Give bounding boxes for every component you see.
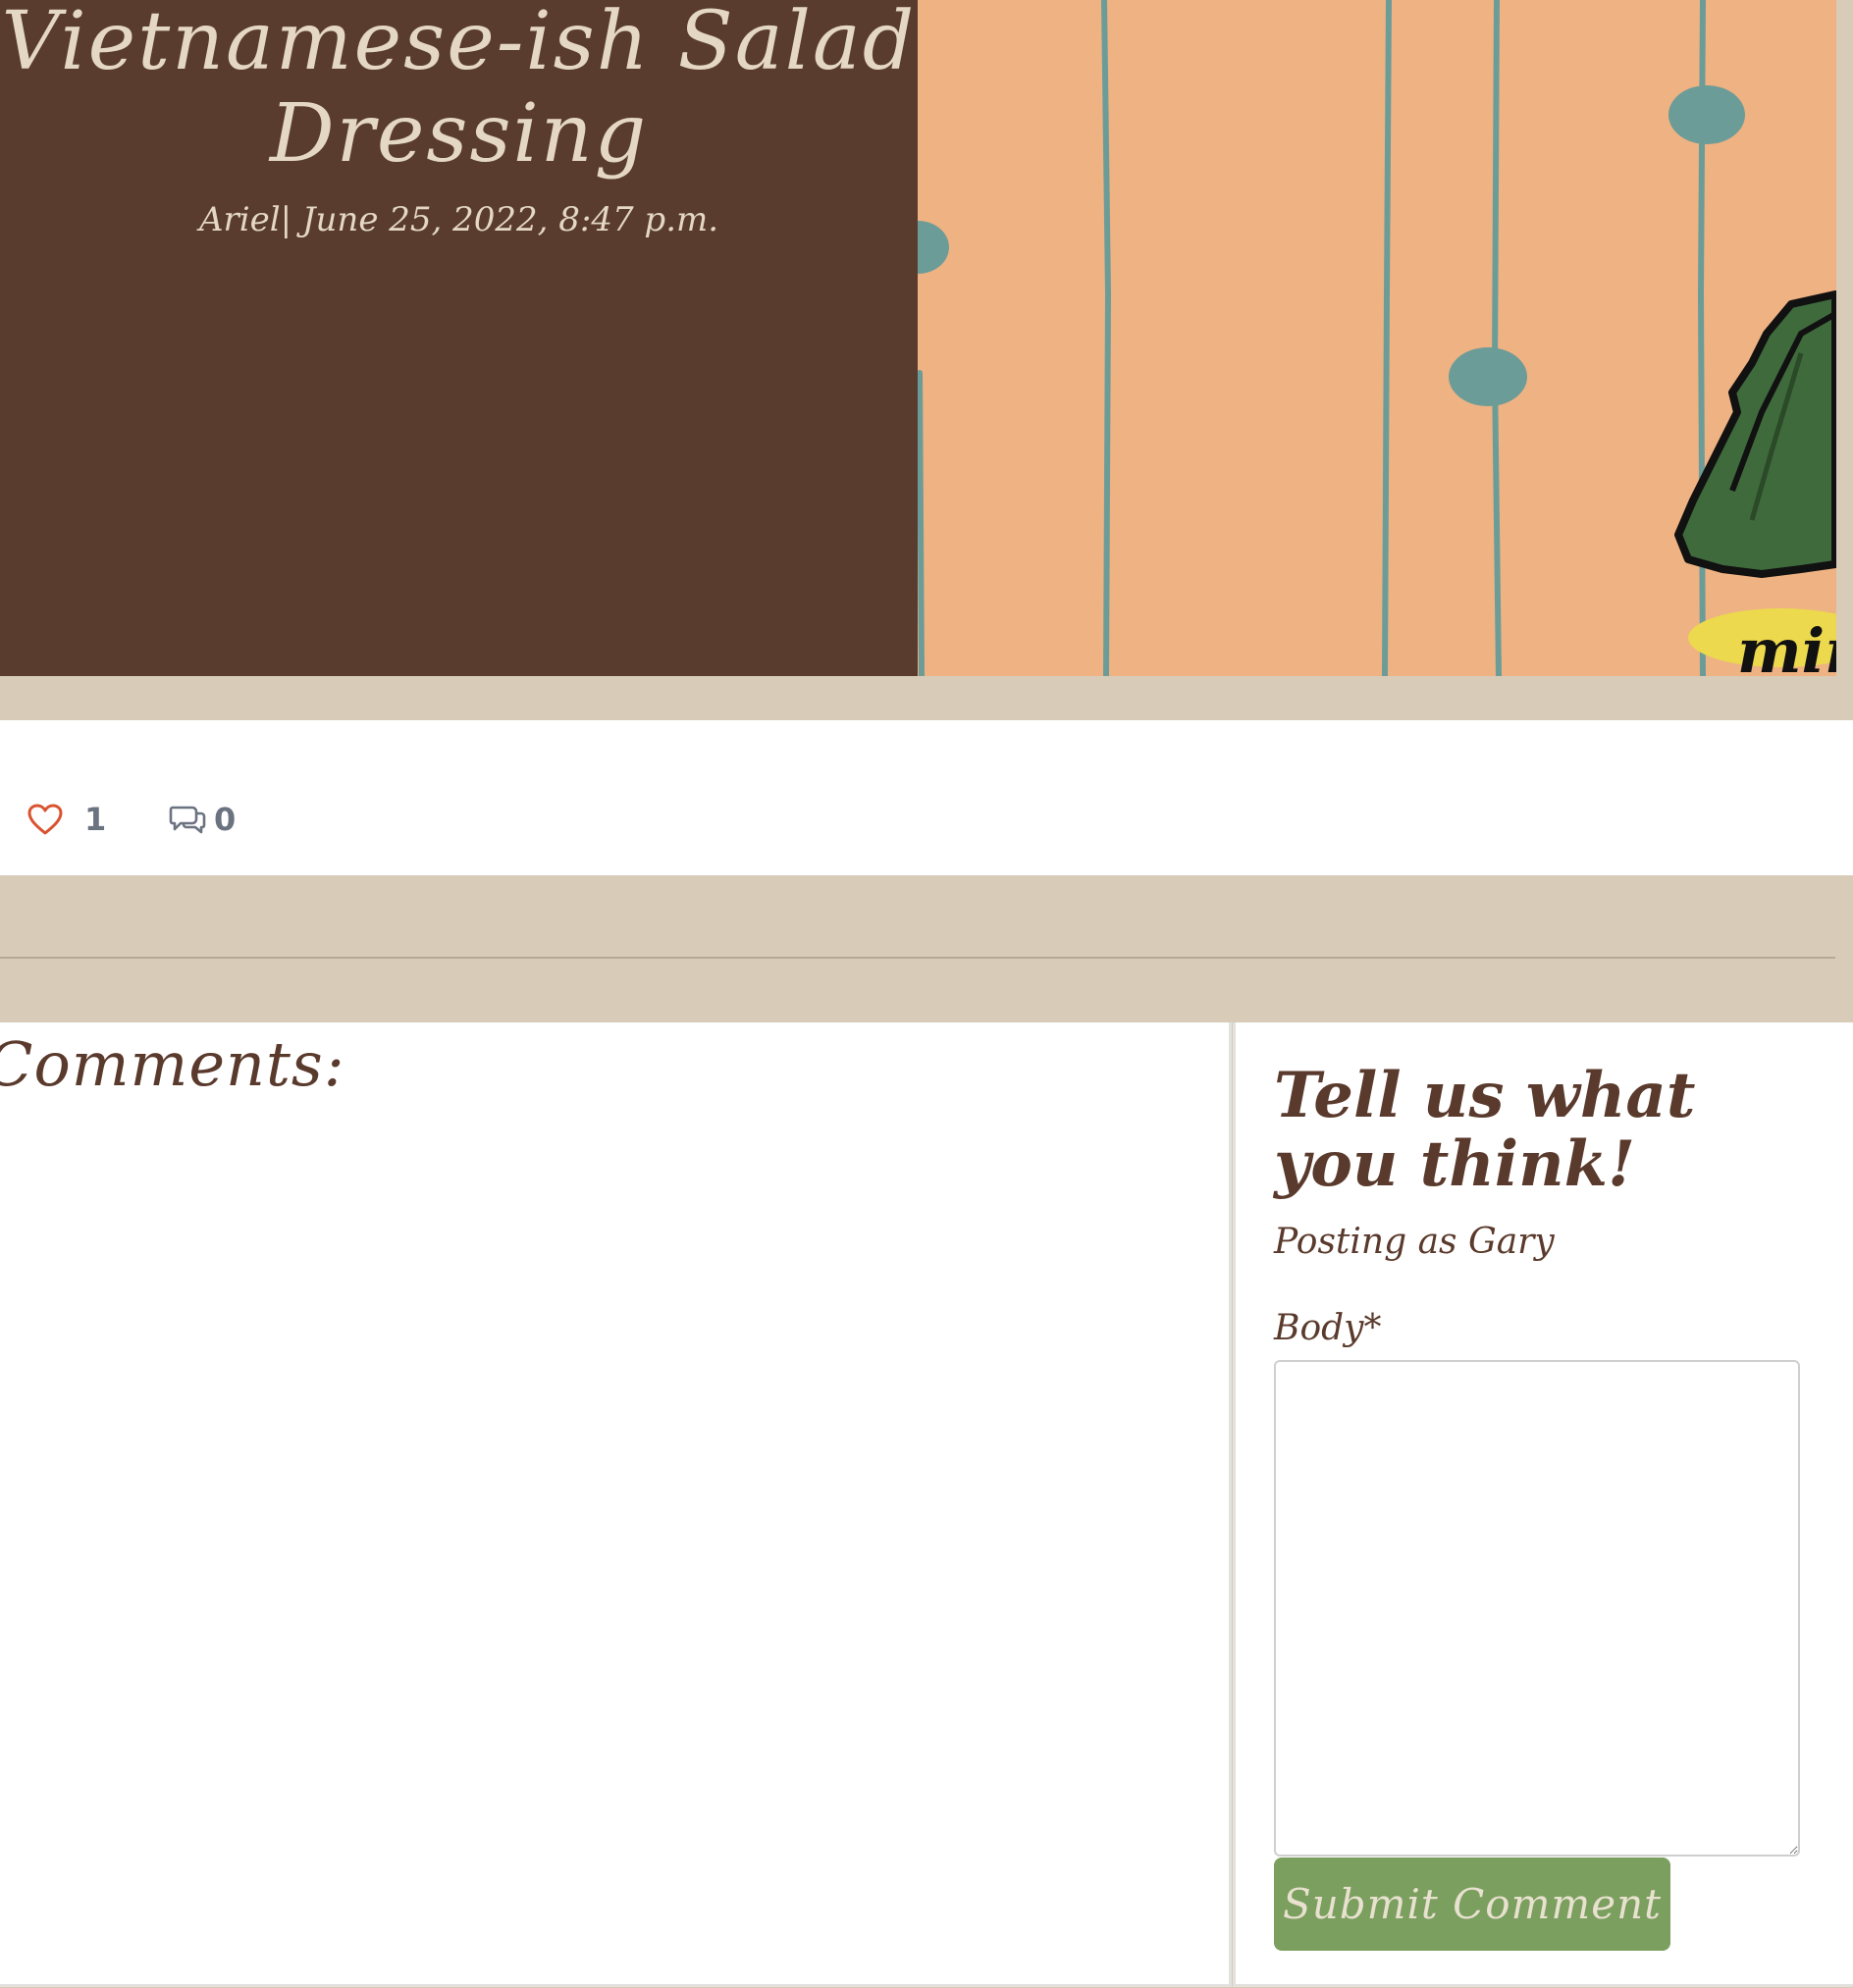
post-stats-bar (0, 720, 1853, 875)
post-meta: Ariel| June 25, 2022, 8:47 p.m. (198, 200, 719, 239)
body-field-label: Body* (1274, 1308, 1382, 1348)
comment-body-textarea[interactable] (1274, 1360, 1800, 1857)
post-header: Vietnamese-ish Salad Dressing Ariel| Jun… (0, 0, 918, 676)
comment-count-indicator: 0 (169, 795, 236, 844)
image-caption: min (1737, 615, 1836, 676)
posting-as-label: Posting as Gary (1274, 1222, 1555, 1262)
comments-panel (0, 1022, 1232, 1987)
heart-icon[interactable] (27, 804, 63, 835)
comment-count: 0 (214, 801, 237, 838)
submit-comment-button[interactable]: Submit Comment (1274, 1857, 1670, 1951)
comments-heading: Comments: (0, 1028, 345, 1100)
like-button[interactable]: 1 (27, 795, 106, 844)
post-image: min (918, 0, 1836, 676)
like-count: 1 (84, 801, 107, 838)
comments-icon (169, 804, 206, 835)
post-title: Vietnamese-ish Salad Dressing (1, 0, 917, 181)
section-divider (0, 957, 1835, 959)
comment-form-heading: Tell us what you think! (1274, 1059, 1696, 1201)
